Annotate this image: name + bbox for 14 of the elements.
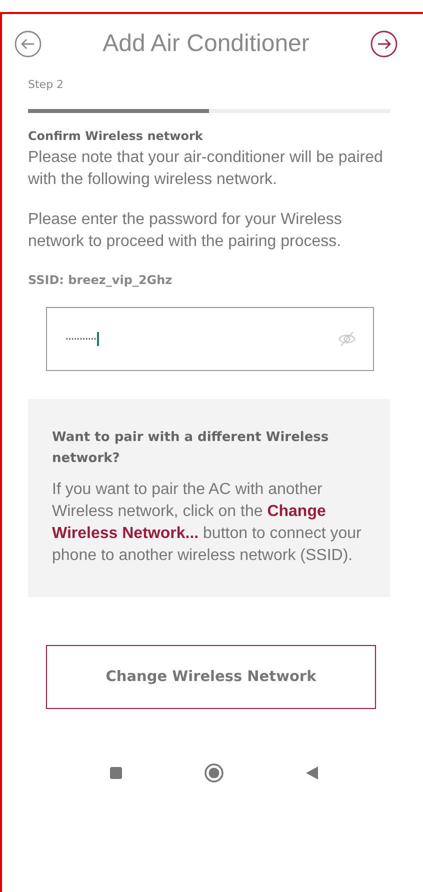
card-heading: Want to pair with a different Wireless network? — [52, 429, 330, 468]
info-text: Please note that your air-conditioner will be paired with the following wireless network. — [28, 148, 384, 190]
password-value: ··········· — [65, 332, 99, 346]
step-label: Step 2 — [28, 78, 65, 91]
home-icon[interactable] — [204, 763, 224, 783]
section-heading: Confirm Wireless network — [28, 129, 204, 143]
change-network-button[interactable]: Change Wireless Network — [46, 645, 376, 709]
prompt-text: Please enter the password for your Wireless network to proceed with the pairing process. — [28, 210, 343, 252]
card-text: If you want to pair the AC with another Wireless network, click on the Change Wireless Network... button to connect your phone to another wireless network (SSID). — [52, 480, 362, 566]
ssid-label: SSID: breez_vip_2Ghz — [28, 273, 174, 287]
screen-title: Add Air Conditioner — [102, 30, 310, 58]
password-field[interactable]: ··········· — [46, 307, 374, 371]
back-icon[interactable] — [304, 765, 320, 781]
recents-icon[interactable] — [108, 765, 124, 781]
